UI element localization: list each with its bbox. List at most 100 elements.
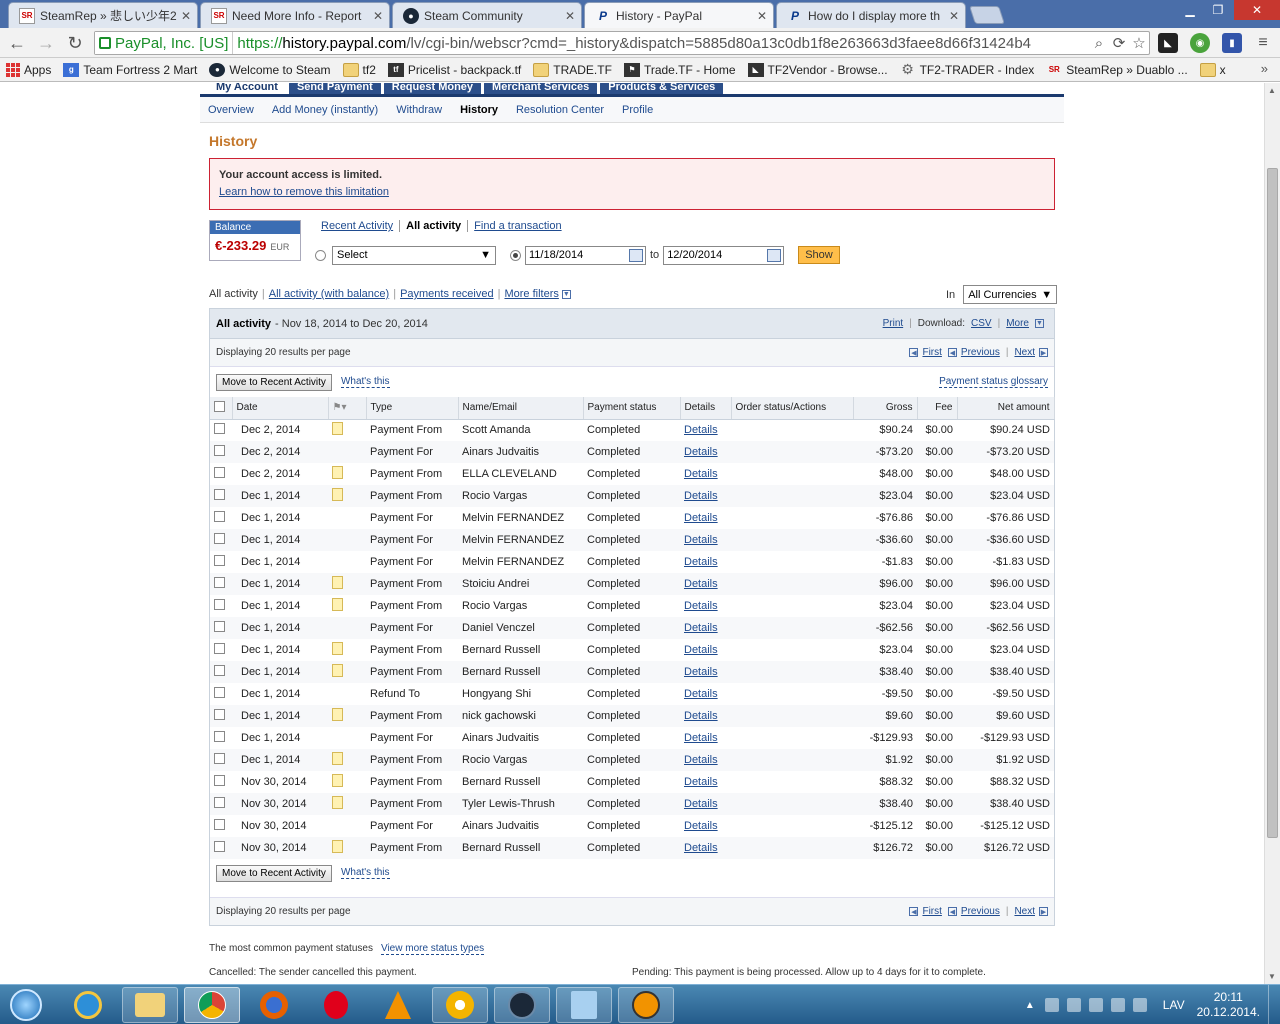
details-link[interactable]: Details (684, 578, 718, 590)
details-link[interactable]: Details (684, 622, 718, 634)
subnav-withdraw[interactable]: Withdraw (396, 104, 442, 116)
details-link[interactable]: Details (684, 512, 718, 524)
ev-certificate-badge[interactable]: PayPal, Inc. [US] (95, 32, 234, 54)
file-explorer-icon[interactable] (122, 987, 178, 1023)
row-checkbox[interactable] (214, 489, 225, 500)
first-page-icon[interactable]: ◀ (909, 907, 919, 916)
note-icon[interactable] (332, 796, 343, 809)
details-link[interactable]: Details (684, 798, 718, 810)
details-link[interactable]: Details (684, 754, 718, 766)
maximize-button[interactable]: ❐ (1204, 0, 1232, 20)
recent-activity-link[interactable]: Recent Activity (318, 220, 396, 232)
note-icon[interactable] (332, 598, 343, 611)
tab-merchant-services[interactable]: Merchant Services (484, 83, 598, 94)
reload-icon[interactable]: ↻ (64, 32, 86, 54)
note-icon[interactable] (332, 466, 343, 479)
note-icon[interactable] (332, 488, 343, 501)
close-icon[interactable]: ✕ (181, 9, 191, 23)
close-icon[interactable]: ✕ (949, 9, 959, 23)
more-filters-link[interactable]: More filters (504, 288, 558, 300)
custom-range-radio[interactable] (510, 249, 521, 261)
details-link[interactable]: Details (684, 600, 718, 612)
preset-range-radio[interactable] (315, 249, 326, 261)
previous-page-icon[interactable]: ◀ (947, 907, 957, 916)
close-icon[interactable]: ✕ (373, 9, 383, 23)
extension-green-icon[interactable]: ◉ (1190, 33, 1210, 53)
move-to-recent-button[interactable]: Move to Recent Activity (216, 864, 332, 882)
tab-products-services[interactable]: Products & Services (600, 83, 724, 94)
calendar-icon[interactable] (767, 248, 782, 262)
row-checkbox[interactable] (214, 819, 225, 830)
row-checkbox[interactable] (214, 467, 225, 478)
details-link[interactable]: Details (684, 446, 718, 458)
note-icon[interactable] (332, 642, 343, 655)
language-indicator[interactable]: LAV (1163, 998, 1185, 1012)
details-link[interactable]: Details (684, 710, 718, 722)
close-icon[interactable]: ✕ (757, 9, 767, 23)
payment-status-glossary-link[interactable]: Payment status glossary (939, 376, 1048, 388)
details-link[interactable]: Details (684, 688, 718, 700)
forward-arrow-icon[interactable]: → (35, 32, 57, 54)
show-desktop-button[interactable] (1268, 985, 1280, 1024)
search-icon[interactable]: ⌕ (1089, 35, 1109, 52)
firefox-icon[interactable] (246, 987, 302, 1023)
show-button[interactable]: Show (798, 246, 840, 264)
date-to-input[interactable]: 12/20/2014 (663, 245, 785, 265)
chrome-icon[interactable] (184, 987, 240, 1023)
bookmark-folder-trade-tf[interactable]: TRADE.TF (533, 62, 612, 77)
chevron-down-icon[interactable]: ▼ (561, 289, 571, 299)
previous-link[interactable]: Previous (961, 347, 1000, 358)
tab-send-payment[interactable]: Send Payment (288, 83, 381, 94)
window-close-button[interactable]: ✕ (1234, 0, 1280, 20)
scroll-up-icon[interactable]: ▲ (1268, 86, 1276, 95)
row-checkbox[interactable] (214, 577, 225, 588)
next-page-icon[interactable]: ▶ (1039, 348, 1048, 357)
select-all-checkbox[interactable] (214, 400, 225, 412)
subnav-profile[interactable]: Profile (622, 104, 653, 116)
row-checkbox[interactable] (214, 775, 225, 786)
subnav-history[interactable]: History (460, 104, 498, 116)
preset-range-select[interactable]: Select ▼ (332, 245, 496, 265)
page-scrollbar[interactable]: ▲ ▼ (1264, 83, 1280, 984)
menu-icon[interactable]: ≡ (1252, 32, 1274, 54)
details-link[interactable]: Details (684, 534, 718, 546)
tray-expand-icon[interactable]: ▲ (1025, 1000, 1035, 1011)
next-link[interactable]: Next (1014, 906, 1035, 917)
scroll-down-icon[interactable]: ▼ (1268, 972, 1276, 981)
note-icon[interactable] (332, 422, 343, 436)
clock[interactable]: 20:11 20.12.2014. (1197, 990, 1260, 1020)
tab-paypal-history[interactable]: P History - PayPal ✕ (584, 2, 774, 28)
bookmark-tf2vendor[interactable]: ◣ TF2Vendor - Browse... (747, 62, 888, 77)
details-link[interactable]: Details (684, 732, 718, 744)
bookmark-steam[interactable]: ● Welcome to Steam (209, 62, 331, 77)
row-checkbox[interactable] (214, 423, 225, 435)
subnav-add-money[interactable]: Add Money (instantly) (272, 104, 378, 116)
note-icon[interactable] (332, 752, 343, 765)
row-checkbox[interactable] (214, 555, 225, 566)
chevron-down-icon[interactable]: ▼ (1035, 319, 1044, 328)
extension-steam-icon[interactable]: ◣ (1158, 33, 1178, 53)
details-link[interactable]: Details (684, 820, 718, 832)
col-flag[interactable]: ⚑▾ (328, 397, 367, 420)
whats-this-link[interactable]: What's this (340, 376, 390, 388)
row-checkbox[interactable] (214, 643, 225, 654)
col-date[interactable]: Date (232, 397, 329, 420)
currency-select[interactable]: All Currencies ▼ (963, 285, 1058, 304)
sync-icon[interactable]: ⟳ (1109, 34, 1129, 52)
date-from-input[interactable]: 11/18/2014 (525, 245, 646, 265)
row-checkbox[interactable] (214, 665, 225, 676)
vlc-icon[interactable] (370, 987, 426, 1023)
filter-with-balance-link[interactable]: All activity (with balance) (269, 288, 389, 300)
csv-link[interactable]: CSV (971, 318, 992, 329)
bookmark-tf2-mart[interactable]: g Team Fortress 2 Mart (63, 62, 197, 77)
row-checkbox[interactable] (214, 731, 225, 742)
close-icon[interactable]: ✕ (565, 9, 575, 23)
flag-icon[interactable] (1044, 998, 1059, 1012)
back-arrow-icon[interactable]: ← (6, 32, 28, 54)
details-link[interactable]: Details (684, 644, 718, 656)
subnav-resolution-center[interactable]: Resolution Center (516, 104, 604, 116)
note-icon[interactable] (332, 774, 343, 787)
address-bar[interactable]: PayPal, Inc. [US] https://history.paypal… (94, 31, 1150, 55)
tab-steamrep-1[interactable]: SR SteamRep » 悲しい少年200 ✕ (8, 2, 198, 28)
scrollbar-thumb[interactable] (1267, 168, 1278, 838)
